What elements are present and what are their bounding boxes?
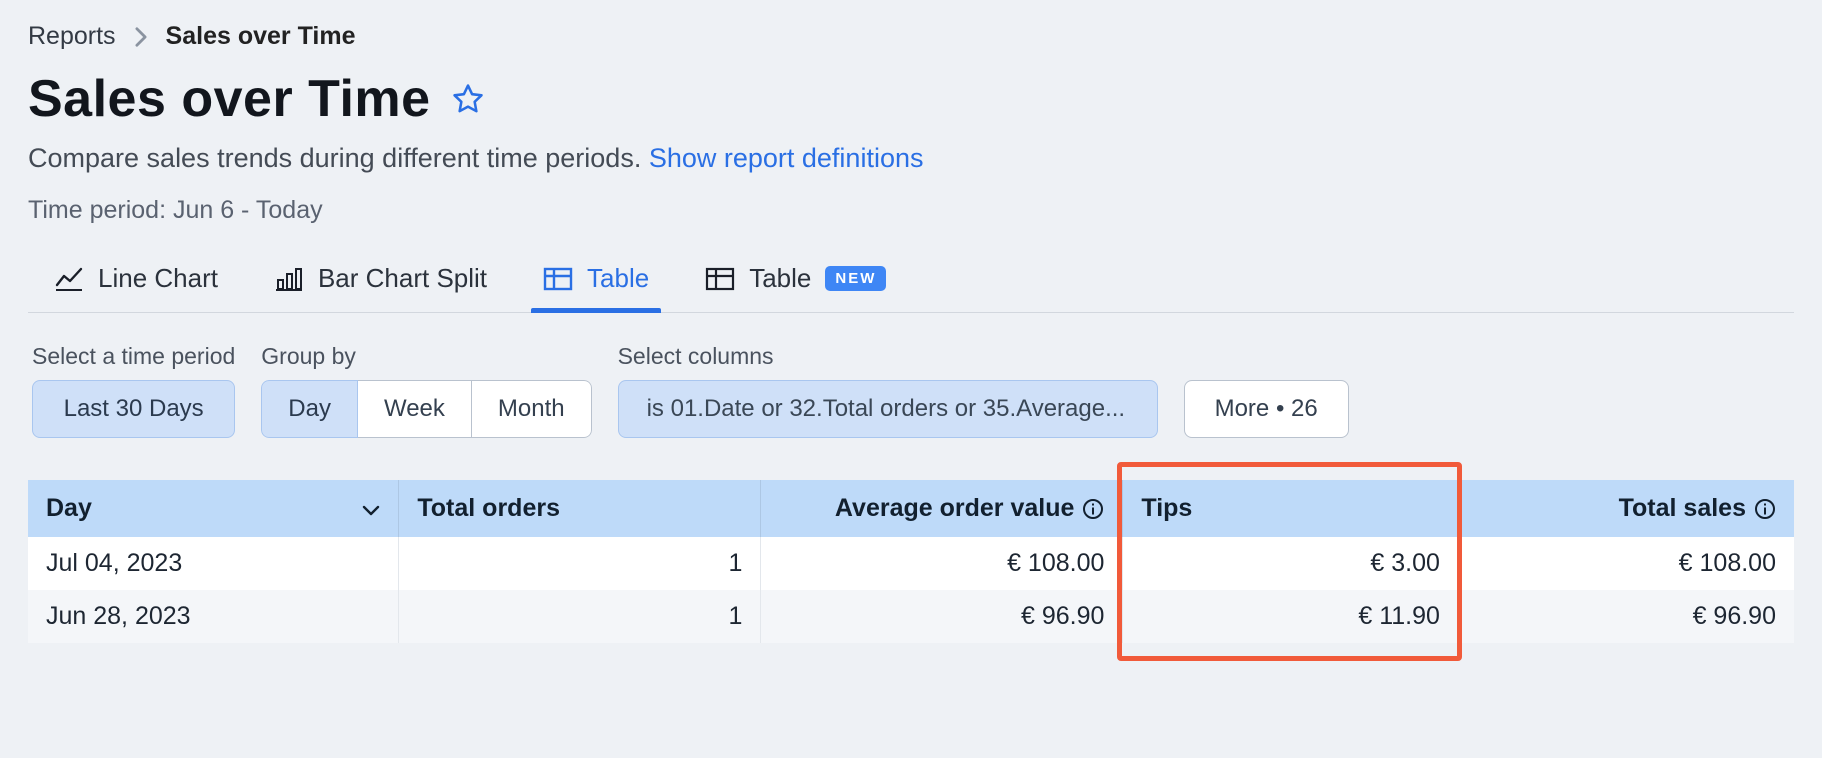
cell-total: € 96.90 (1458, 590, 1794, 643)
cell-total-orders: 1 (399, 537, 761, 590)
time-period-button[interactable]: Last 30 Days (32, 380, 235, 438)
info-icon[interactable] (1082, 498, 1104, 520)
cell-day: Jun 28, 2023 (28, 590, 399, 643)
tab-table[interactable]: Table (539, 253, 653, 312)
header-label: Total sales (1619, 494, 1746, 523)
breadcrumb-current: Sales over Time (166, 22, 356, 51)
breadcrumb: Reports Sales over Time (28, 22, 1794, 51)
chevron-right-icon (134, 26, 148, 48)
view-tabs: Line Chart Bar Chart Split Table Table N… (28, 253, 1794, 313)
info-icon[interactable] (1754, 498, 1776, 520)
favorite-star-button[interactable] (451, 82, 485, 116)
bar-chart-icon (274, 266, 304, 292)
group-by-day[interactable]: Day (261, 380, 358, 438)
header-label: Average order value (835, 494, 1074, 523)
sales-table: Day Total orders Average order value (28, 480, 1794, 643)
col-total-sales[interactable]: Total sales (1458, 480, 1794, 537)
more-filters-button[interactable]: More • 26 (1184, 380, 1349, 438)
group-by-month[interactable]: Month (472, 380, 592, 438)
table-row: Jul 04, 2023 1 € 108.00 € 3.00 € 108.00 (28, 537, 1794, 590)
header-label: Tips (1141, 494, 1192, 523)
line-chart-icon (54, 266, 84, 292)
cell-avg: € 96.90 (761, 590, 1123, 643)
data-table-wrap: Day Total orders Average order value (28, 480, 1794, 643)
tab-label: Bar Chart Split (318, 263, 487, 294)
filter-time-period: Select a time period Last 30 Days (32, 343, 235, 438)
tab-label: Line Chart (98, 263, 218, 294)
filter-group-by: Group by Day Week Month (261, 343, 591, 438)
tab-line-chart[interactable]: Line Chart (50, 253, 222, 312)
tab-table-new[interactable]: Table NEW (701, 253, 890, 312)
col-day[interactable]: Day (28, 480, 399, 537)
cell-total: € 108.00 (1458, 537, 1794, 590)
subtitle-text: Compare sales trends during different ti… (28, 143, 649, 173)
group-by-segmented: Day Week Month (261, 380, 591, 438)
show-report-definitions-link[interactable]: Show report definitions (649, 143, 924, 173)
cell-day: Jul 04, 2023 (28, 537, 399, 590)
breadcrumb-root[interactable]: Reports (28, 22, 116, 51)
tab-label: Table (749, 263, 811, 294)
filter-more: More • 26 (1184, 343, 1349, 438)
filter-columns: Select columns is 01.Date or 32.Total or… (618, 343, 1158, 438)
tab-label: Table (587, 263, 649, 294)
filter-label: Select columns (618, 343, 1158, 370)
page-subtitle: Compare sales trends during different ti… (28, 143, 1794, 174)
filter-label (1184, 343, 1349, 370)
page-title: Sales over Time (28, 69, 431, 129)
chevron-down-icon (362, 494, 380, 523)
select-columns-button[interactable]: is 01.Date or 32.Total orders or 35.Aver… (618, 380, 1158, 438)
cell-total-orders: 1 (399, 590, 761, 643)
cell-tips: € 11.90 (1123, 590, 1459, 643)
table-row: Jun 28, 2023 1 € 96.90 € 11.90 € 96.90 (28, 590, 1794, 643)
tab-bar-chart-split[interactable]: Bar Chart Split (270, 253, 491, 312)
cell-tips: € 3.00 (1123, 537, 1459, 590)
col-avg-order-value[interactable]: Average order value (761, 480, 1123, 537)
table-header-row: Day Total orders Average order value (28, 480, 1794, 537)
cell-avg: € 108.00 (761, 537, 1123, 590)
table-icon (705, 266, 735, 292)
star-icon (451, 82, 485, 116)
time-period-label: Time period: Jun 6 - Today (28, 196, 1794, 225)
col-total-orders[interactable]: Total orders (399, 480, 761, 537)
header-label: Day (46, 494, 92, 523)
filter-label: Group by (261, 343, 591, 370)
col-tips[interactable]: Tips (1123, 480, 1459, 537)
table-icon (543, 266, 573, 292)
filter-label: Select a time period (32, 343, 235, 370)
header-label: Total orders (417, 494, 560, 523)
new-badge: NEW (825, 266, 886, 291)
group-by-week[interactable]: Week (358, 380, 472, 438)
